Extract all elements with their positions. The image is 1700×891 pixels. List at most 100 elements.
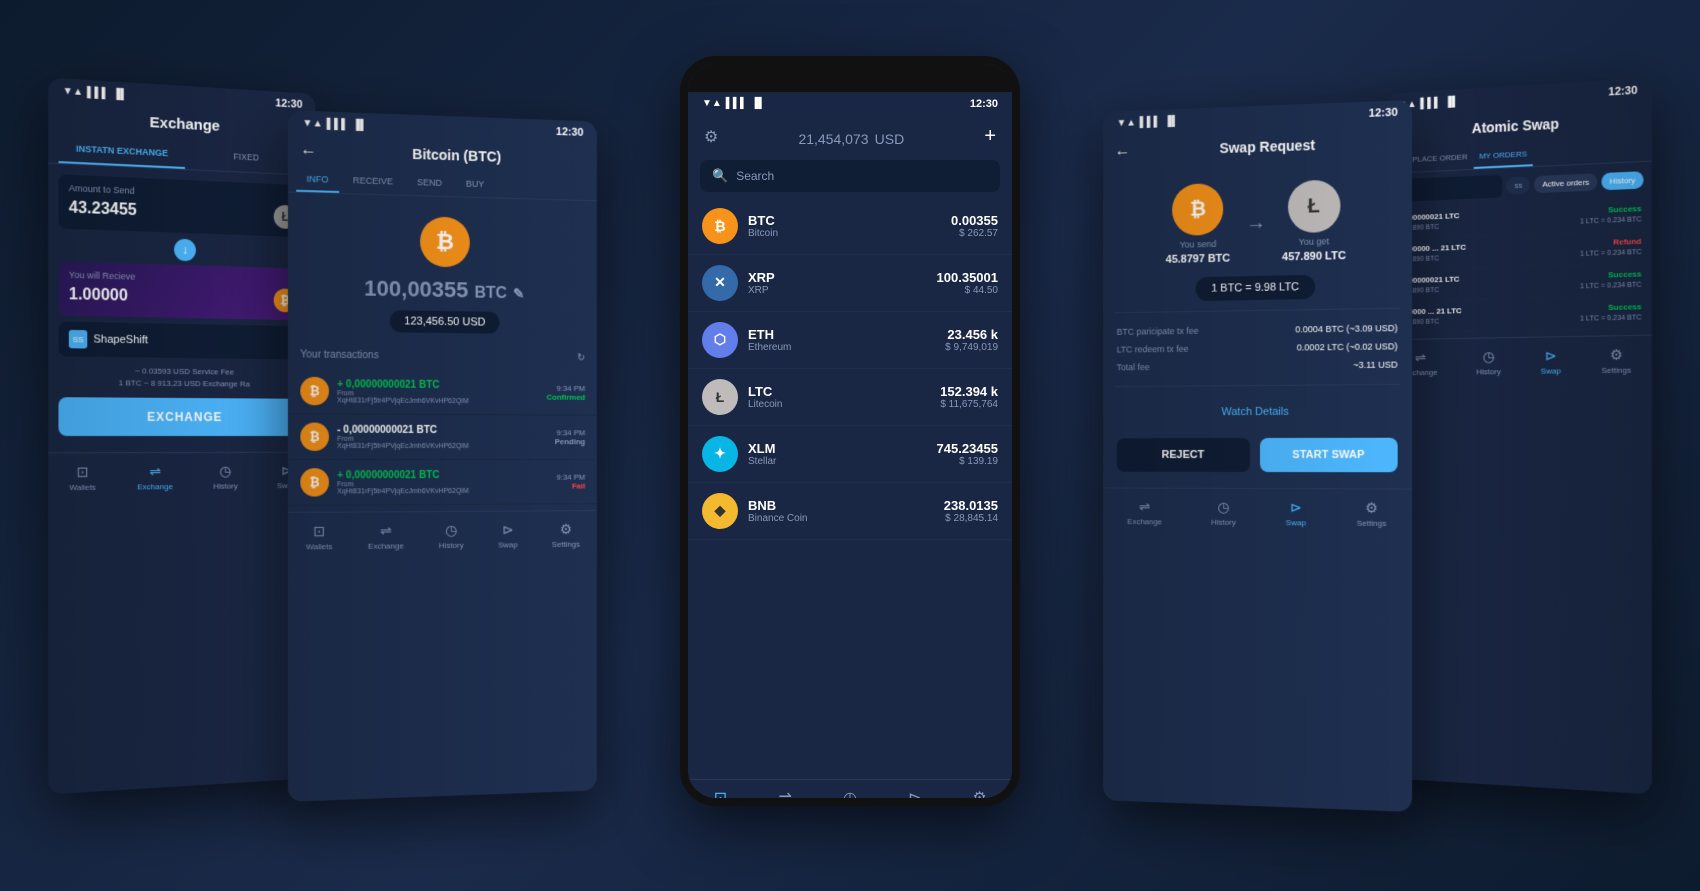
exchange-icon: ⇌	[149, 463, 161, 480]
bnb-balance: 238.0135 $ 28,845.14	[944, 498, 998, 524]
coin-row-eth[interactable]: ⬡ ETH Ethereum 23.456 k $ 9,749,019	[688, 312, 1012, 369]
tx-amount-2: + 0,00000000021 BTC	[337, 469, 548, 480]
atomic-nav-history[interactable]: ◷ History	[1476, 348, 1500, 376]
swap-request-title: Swap Request	[1138, 133, 1400, 158]
notch	[800, 64, 900, 82]
tx-details-1: - 0,00000000021 BTC From XqHt831rFj5tr4P…	[337, 424, 547, 449]
add-wallet-icon[interactable]: +	[984, 125, 996, 148]
tab-ss[interactable]: ss	[1507, 176, 1531, 194]
search-bar[interactable]: 🔍 Search	[700, 160, 1000, 192]
coin-row-ltc[interactable]: Ł LTC Litecoin 152.394 k $ 11,675,764	[688, 369, 1012, 426]
swap-send-coin: ₿ You send 45.8797 BTC	[1166, 182, 1230, 265]
main-nav-swap[interactable]: ⊳ Swap	[882, 788, 947, 806]
btc-nav-settings[interactable]: ⚙ Settings	[552, 521, 580, 549]
exchange-body: Amount to Send 43.23455 Ł ↓ You will Rec…	[48, 163, 316, 446]
refresh-icon[interactable]: ↻	[577, 352, 585, 363]
tx-amount-1: - 0,00000000021 BTC	[337, 424, 547, 436]
btc-nav-history-label: History	[439, 540, 464, 549]
order-status-2: Success	[1608, 269, 1641, 279]
xrp-info: XRP XRP	[748, 270, 927, 296]
shapeshift-icon: SS	[69, 329, 88, 348]
btc-tab-info[interactable]: INFO	[296, 167, 339, 193]
watch-details-link[interactable]: Watch Details	[1103, 394, 1412, 427]
swap-nav-exchange[interactable]: ⇌ Exchange	[1127, 498, 1162, 526]
btc-nav-swap[interactable]: ⊳ Swap	[498, 521, 518, 549]
fee-line2: 1 BTC ~ 8 913,23 USD Exchange Ra	[58, 376, 306, 390]
btc-usd-badge: 123,456.50 USD	[390, 310, 499, 334]
swap-back-button[interactable]: ←	[1115, 142, 1130, 160]
btc-tab-receive[interactable]: RECEIVE	[343, 168, 403, 194]
swap-request-screen: ▼▲ ▌▌▌ ▐▌ 12:30 ← Swap Request ₿ You sen…	[1103, 99, 1412, 811]
atomic-battery-icon: ▐▌	[1445, 95, 1459, 107]
main-nav-exchange[interactable]: ⇌ Exchange	[753, 788, 818, 806]
btc-edit-icon[interactable]: ✎	[513, 285, 525, 301]
atomic-history-icon: ◷	[1483, 348, 1495, 365]
swap-nav-swap[interactable]: ⊳ Swap	[1286, 499, 1306, 527]
btc-nav-history[interactable]: ◷ History	[439, 521, 464, 549]
tx-addr-1: XqHt831rFj5tr4PVjqEcJmh6VKvHP62QiM	[337, 442, 547, 449]
swap-divider	[1115, 307, 1400, 313]
exchange-button[interactable]: EXCHANGE	[58, 397, 306, 436]
atomic-nav-swap[interactable]: ⊳ Swap	[1541, 347, 1561, 375]
bnb-name: Binance Coin	[748, 513, 934, 524]
total-fee-label: Total fee	[1117, 362, 1150, 372]
nav-history-label: History	[213, 481, 237, 490]
nav-exchange[interactable]: ⇌ Exchange	[137, 463, 173, 491]
main-phone-body: ▼▲ ▌▌▌ ▐▌ 12:30 ⚙ 21,454,073 USD + 🔍	[688, 92, 1012, 806]
tx-from-1: From	[337, 435, 547, 442]
tx-from-2: From	[337, 480, 548, 488]
swap-signal-icon: ▌▌▌	[1140, 116, 1161, 128]
btc-tab-send[interactable]: SEND	[407, 170, 452, 195]
coin-row-btc[interactable]: ₿ BTC Bitcoin 0.00355 $ 262.57	[688, 198, 1012, 255]
filter-icon[interactable]: ⚙	[704, 127, 718, 147]
main-wallets-icon: ⊡	[714, 788, 727, 806]
btc-fee-val: 0.0004 BTC (~3.09 USD)	[1295, 322, 1397, 334]
start-swap-button[interactable]: START SWAP	[1260, 437, 1398, 472]
tab-history[interactable]: History	[1602, 171, 1644, 190]
ltc-symbol: LTC	[748, 384, 930, 399]
atomic-tab-place-order[interactable]: PLACE ORDER	[1407, 146, 1474, 172]
swap-get-label: You get	[1299, 236, 1329, 247]
swap-nav-settings[interactable]: ⚙ Settings	[1357, 499, 1387, 528]
coin-row-bnb[interactable]: ◆ BNB Binance Coin 238.0135 $ 28,845.14	[688, 483, 1012, 540]
order-row-3[interactable]: ,0000000 ... 21 LTC Success > 457.890 BT…	[1384, 295, 1652, 333]
reject-button[interactable]: REJECT	[1117, 438, 1250, 472]
tx-status-2: Fail	[556, 481, 585, 490]
swap-exchange-icon: ⇌	[1139, 498, 1150, 515]
tx-right-2: 9:34 PM Fail	[556, 472, 585, 490]
xlm-coin-usd: $ 139.19	[937, 456, 998, 467]
order-rate-2: 1 LTC = 0.234 BTC	[1580, 281, 1641, 290]
nav-wallets[interactable]: ⊡ Wallets	[69, 463, 96, 492]
atomic-nav-settings[interactable]: ⚙ Settings	[1601, 346, 1631, 375]
bnb-icon: ◆	[702, 493, 738, 529]
btc-back-button[interactable]: ←	[300, 141, 316, 160]
atomic-tab-my-orders[interactable]: MY ORDERS	[1473, 143, 1532, 169]
tx-item-0[interactable]: ₿ + 0,00000000021 BTC From XqHt831rFj5tr…	[288, 368, 597, 415]
bnb-symbol: BNB	[748, 498, 934, 513]
history-icon: ◷	[220, 462, 232, 479]
coin-row-xrp[interactable]: ✕ XRP XRP 100.35001 $ 44.50	[688, 255, 1012, 312]
btc-nav-wallets[interactable]: ⊡ Wallets	[306, 522, 333, 551]
swap-rate-badge: 1 BTC = 9.98 LTC	[1196, 274, 1316, 300]
phone-notch	[688, 64, 1012, 92]
tab-instant-exchange[interactable]: INSTATN EXCHANGE	[58, 134, 185, 169]
swap-ltc-icon: Ł	[1288, 179, 1340, 233]
wifi-icon: ▼▲	[63, 85, 83, 97]
nav-history[interactable]: ◷ History	[213, 462, 237, 490]
btc-nav-exchange[interactable]: ⇌ Exchange	[368, 522, 404, 550]
main-nav-settings[interactable]: ⚙ Settings	[947, 788, 1012, 806]
tab-active-orders[interactable]: Active orders	[1534, 173, 1597, 193]
xrp-icon: ✕	[702, 265, 738, 301]
coin-row-xlm[interactable]: ✦ XLM Stellar 745.23455 $ 139.19	[688, 426, 1012, 483]
main-nav-history[interactable]: ◷ History	[818, 788, 883, 806]
tx-item-2[interactable]: ₿ + 0,00000000021 BTC From XqHt831rFj5tr…	[288, 459, 597, 505]
tx-time-0: 9:34 PM	[546, 383, 585, 392]
tx-item-1[interactable]: ₿ - 0,00000000021 BTC From XqHt831rFj5tr…	[288, 414, 597, 460]
main-nav-wallets[interactable]: ⊡ Wallets	[688, 788, 753, 806]
swap-direction-arrow[interactable]: ↓	[174, 238, 196, 261]
xrp-coin-usd: $ 44.50	[937, 285, 998, 296]
swap-nav-history[interactable]: ◷ History	[1211, 498, 1236, 526]
btc-tab-buy[interactable]: BUY	[456, 172, 494, 197]
main-battery-icon: ▐▌	[751, 98, 765, 109]
xrp-name: XRP	[748, 285, 927, 296]
